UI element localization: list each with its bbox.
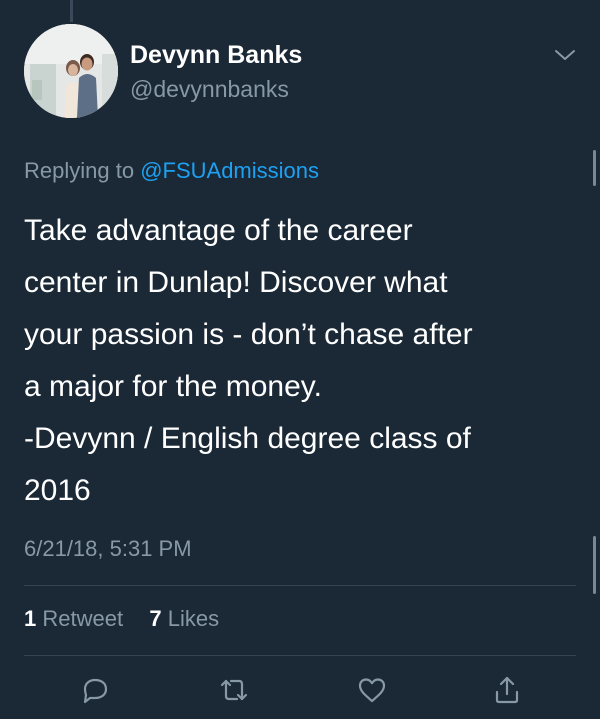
scrollbar-bottom[interactable] (593, 536, 596, 594)
heart-icon[interactable] (354, 672, 390, 708)
share-icon[interactable] (489, 672, 525, 708)
retweet-icon[interactable] (216, 672, 252, 708)
tweet-timestamp: 6/21/18, 5:31 PM (24, 536, 192, 561)
divider (24, 585, 576, 586)
tweet-header: Devynn Banks @devynnbanks (24, 24, 576, 120)
engagement-stats: 1 Retweet 7 Likes (24, 606, 219, 632)
like-label[interactable]: Likes (168, 606, 219, 631)
action-bar (0, 672, 600, 712)
reply-icon[interactable] (77, 672, 113, 708)
tweet-text-line: your passion is - don’t chase after (24, 318, 473, 351)
replying-to: Replying to @FSUAdmissions (24, 158, 319, 184)
tweet-text-line: -Devynn / English degree class of (24, 422, 471, 455)
tweet-text-line: a major for the money. (24, 370, 322, 403)
tweet-text-line: Take advantage of the career (24, 214, 413, 247)
display-name[interactable]: Devynn Banks (130, 41, 302, 70)
retweet-label[interactable]: Retweet (42, 606, 123, 631)
tweet-text-line: center in Dunlap! Discover what (24, 266, 448, 299)
chevron-down-icon[interactable] (554, 48, 576, 62)
scrollbar-top[interactable] (593, 150, 596, 186)
tweet-text-line: 2016 (24, 474, 91, 507)
like-count[interactable]: 7 (149, 606, 161, 631)
replying-to-label: Replying to (24, 158, 141, 183)
tweet-text: Take advantage of the career center in D… (24, 205, 579, 517)
divider (24, 655, 576, 656)
user-handle[interactable]: @devynnbanks (130, 76, 289, 103)
mention-link[interactable]: @FSUAdmissions (140, 158, 319, 183)
thread-connector-line (70, 0, 73, 22)
avatar[interactable] (24, 24, 118, 118)
retweet-count[interactable]: 1 (24, 606, 36, 631)
